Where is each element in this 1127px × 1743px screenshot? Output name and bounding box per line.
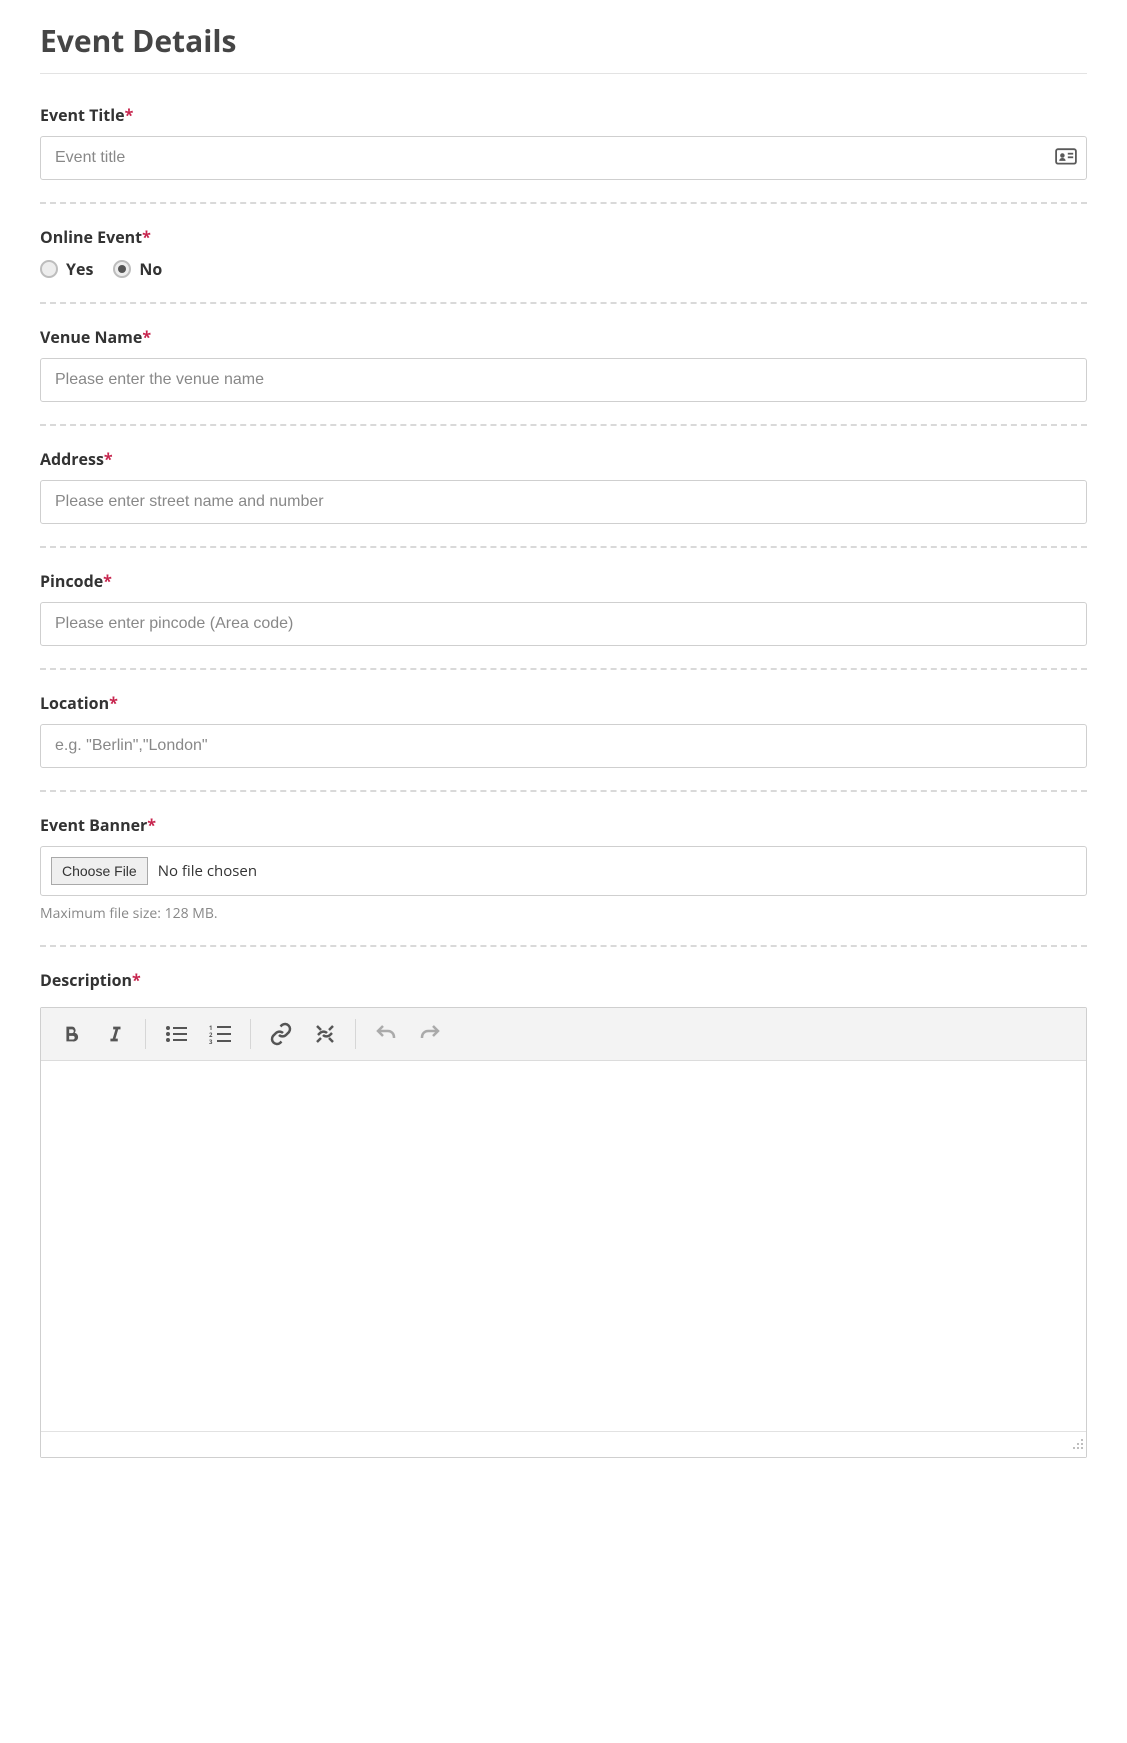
- label-text: Pincode: [40, 570, 103, 592]
- editor-toolbar: 123: [41, 1008, 1086, 1061]
- radio-group-online-event: Yes No: [40, 258, 1087, 280]
- page-title: Event Details: [40, 20, 1087, 73]
- description-label: Description*: [40, 969, 141, 991]
- address-input[interactable]: [40, 480, 1087, 524]
- event-title-label: Event Title*: [40, 104, 133, 126]
- file-size-hint: Maximum file size: 128 MB.: [40, 904, 1087, 923]
- editor-textarea[interactable]: [41, 1061, 1086, 1431]
- required-marker: *: [132, 969, 141, 991]
- svg-text:3: 3: [209, 1038, 213, 1044]
- dashed-divider: [40, 945, 1087, 947]
- radio-label-yes: Yes: [66, 258, 93, 280]
- location-input[interactable]: [40, 724, 1087, 768]
- numbered-list-button[interactable]: 123: [200, 1016, 240, 1052]
- dashed-divider: [40, 302, 1087, 304]
- field-event-banner: Event Banner* Choose File No file chosen…: [40, 814, 1087, 923]
- link-button[interactable]: [261, 1016, 301, 1052]
- choose-file-button[interactable]: Choose File: [51, 857, 148, 885]
- radio-item-yes: Yes: [40, 258, 93, 280]
- field-online-event: Online Event* Yes No: [40, 226, 1087, 280]
- toolbar-separator: [145, 1019, 146, 1049]
- bullet-list-button[interactable]: [156, 1016, 196, 1052]
- radio-label-no: No: [139, 258, 162, 280]
- input-wrap: [40, 136, 1087, 180]
- field-location: Location*: [40, 692, 1087, 768]
- field-address: Address*: [40, 448, 1087, 524]
- label-text: Location: [40, 692, 109, 714]
- online-event-label: Online Event*: [40, 226, 151, 248]
- radio-yes[interactable]: [40, 260, 58, 278]
- label-text: Event Title: [40, 104, 125, 126]
- required-marker: *: [125, 104, 134, 126]
- location-label: Location*: [40, 692, 118, 714]
- required-marker: *: [104, 448, 113, 470]
- toolbar-separator: [355, 1019, 356, 1049]
- bold-button[interactable]: [51, 1016, 91, 1052]
- field-event-title: Event Title*: [40, 104, 1087, 180]
- dashed-divider: [40, 424, 1087, 426]
- pincode-input[interactable]: [40, 602, 1087, 646]
- required-marker: *: [142, 226, 151, 248]
- dashed-divider: [40, 546, 1087, 548]
- venue-name-label: Venue Name*: [40, 326, 151, 348]
- event-banner-label: Event Banner*: [40, 814, 156, 836]
- pincode-label: Pincode*: [40, 570, 112, 592]
- title-divider: [40, 73, 1087, 74]
- event-title-input[interactable]: [40, 136, 1087, 180]
- italic-button[interactable]: [95, 1016, 135, 1052]
- required-marker: *: [109, 692, 118, 714]
- radio-item-no: No: [113, 258, 162, 280]
- undo-button[interactable]: [366, 1016, 406, 1052]
- field-description: Description* 123: [40, 969, 1087, 1458]
- field-venue-name: Venue Name*: [40, 326, 1087, 402]
- redo-button[interactable]: [410, 1016, 450, 1052]
- rich-text-editor: 123: [40, 1007, 1087, 1458]
- label-text: Online Event: [40, 226, 142, 248]
- label-text: Venue Name: [40, 326, 142, 348]
- toolbar-separator: [250, 1019, 251, 1049]
- radio-no[interactable]: [113, 260, 131, 278]
- address-label: Address*: [40, 448, 113, 470]
- dashed-divider: [40, 668, 1087, 670]
- file-upload-box: Choose File No file chosen: [40, 846, 1087, 896]
- label-text: Description: [40, 969, 132, 991]
- file-chosen-status: No file chosen: [158, 861, 257, 881]
- venue-name-input[interactable]: [40, 358, 1087, 402]
- required-marker: *: [147, 814, 156, 836]
- label-text: Event Banner: [40, 814, 147, 836]
- label-text: Address: [40, 448, 104, 470]
- dashed-divider: [40, 202, 1087, 204]
- editor-statusbar: [41, 1431, 1086, 1457]
- required-marker: *: [142, 326, 151, 348]
- field-pincode: Pincode*: [40, 570, 1087, 646]
- unlink-button[interactable]: [305, 1016, 345, 1052]
- dashed-divider: [40, 790, 1087, 792]
- id-card-icon: [1055, 147, 1077, 170]
- resize-handle-icon[interactable]: [1072, 1433, 1084, 1455]
- required-marker: *: [103, 570, 112, 592]
